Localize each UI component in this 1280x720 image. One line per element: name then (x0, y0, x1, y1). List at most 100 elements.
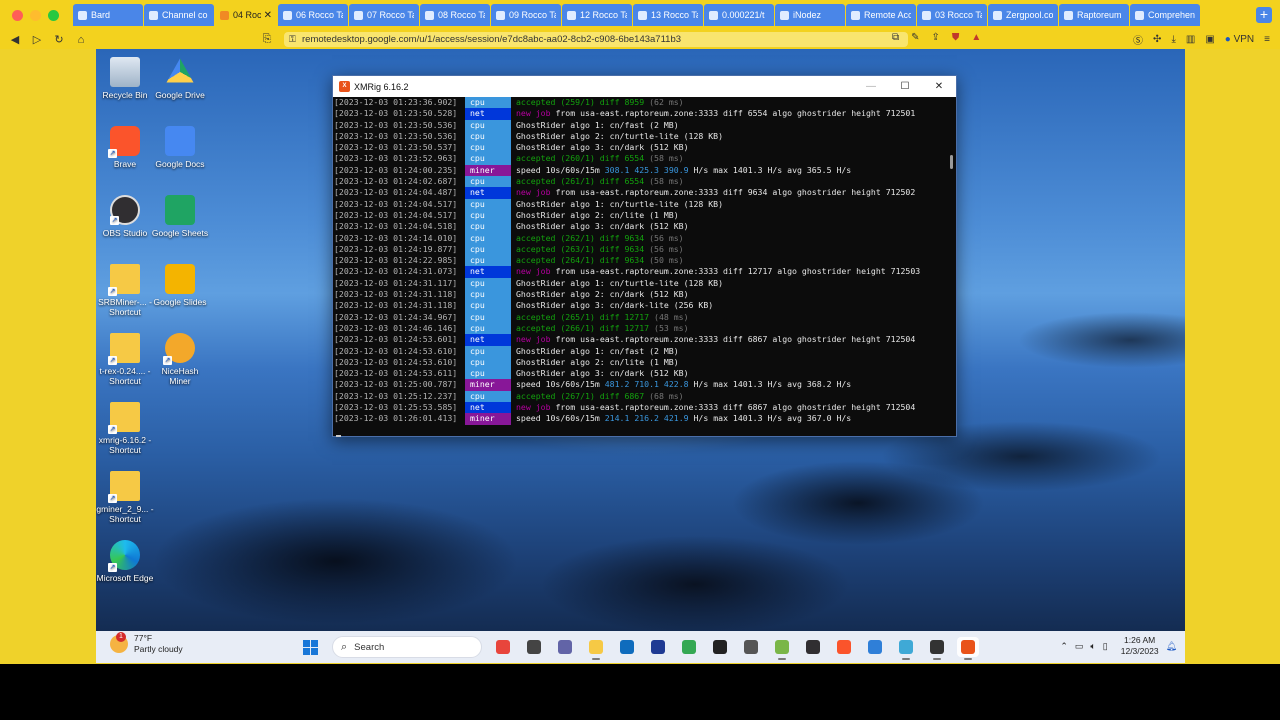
taskbar-app[interactable] (864, 637, 886, 657)
browser-tab[interactable]: Raptoreum (1059, 4, 1129, 26)
taskbar-app[interactable] (957, 637, 979, 660)
pinned-apps (492, 637, 979, 660)
browser-tab[interactable]: Zergpool.co (988, 4, 1058, 26)
close-window-button[interactable] (12, 9, 23, 21)
accepted-text: accepted (266/1) diff 12717 (516, 322, 650, 333)
bookmark-icon[interactable]: ⎘ (256, 33, 278, 46)
window-titlebar[interactable]: X XMRig 6.16.2 — ☐ ✕ (333, 76, 956, 97)
desktop-icon[interactable]: ↗ t-rex-0.24.... - Shortcut (96, 333, 154, 386)
start-button[interactable] (303, 640, 318, 655)
desktop-icon[interactable]: Google Slides (151, 264, 209, 307)
new-job-text: new job (516, 402, 551, 413)
close-button[interactable]: ✕ (922, 81, 956, 92)
browser-tab[interactable]: 06 Rocco Ta (278, 4, 348, 26)
taskbar-app[interactable] (895, 637, 917, 660)
chevron-up-icon[interactable]: ⌃ (1060, 641, 1068, 652)
taskbar-app[interactable] (926, 637, 948, 660)
browser-tab[interactable]: Comprehen (1130, 4, 1200, 26)
taskbar-app[interactable] (492, 637, 514, 657)
xmrig-window[interactable]: X XMRig 6.16.2 — ☐ ✕ [2023-12-03 01:23:3… (332, 75, 957, 437)
volume-icon[interactable]: 🔈︎ (1090, 641, 1095, 652)
menu-icon[interactable]: ≡ (1264, 34, 1270, 45)
sidebar-icon[interactable]: ▥ (1186, 34, 1195, 45)
site-info-icon[interactable]: ⚿ (289, 34, 296, 45)
log-message: new job from usa-east.raptoreum.zone:333… (516, 187, 915, 198)
notification-bell-icon[interactable]: 🔔︎ (1166, 641, 1177, 652)
desktop-icon[interactable]: ↗ SRBMiner-... - Shortcut (96, 264, 154, 317)
profile-icon[interactable]: Ⓢ (1133, 32, 1143, 47)
desktop-icon[interactable]: ↗ gminer_2_9... - Shortcut (96, 471, 154, 524)
scrollbar-thumb[interactable] (950, 155, 953, 169)
taskbar-app[interactable] (585, 637, 607, 660)
clock[interactable]: 1:26 AM 12/3/2023 (1121, 635, 1159, 657)
edit-icon[interactable]: ✎ (911, 32, 919, 43)
battery-icon[interactable]: ▯ (1103, 641, 1108, 652)
log-message: GhostRider algo 1: cn/fast (2 MB) (516, 346, 679, 357)
taskbar-app[interactable] (647, 637, 669, 657)
browser-tab[interactable]: Remote Acc (846, 4, 916, 26)
desktop-icon[interactable]: Google Docs (151, 126, 209, 169)
browser-tab[interactable]: Channel co (144, 4, 214, 26)
vpn-button[interactable]: ● VPN (1225, 34, 1254, 45)
tab-label: 13 Rocco Ta (651, 10, 698, 20)
zoom-window-button[interactable] (48, 9, 59, 21)
log-tag: cpu (465, 311, 511, 323)
browser-tab[interactable]: 12 Rocco Ta (562, 4, 632, 26)
url-field[interactable]: ⚿ remotedesktop.google.com/u/1/access/se… (284, 32, 908, 47)
weather-widget[interactable]: 1 77°F Partly cloudy (110, 632, 183, 655)
browser-tab[interactable]: 04 Rocco✕ (215, 4, 277, 26)
desktop-icon[interactable]: ↗ NiceHash Miner (151, 333, 209, 386)
display-icon[interactable]: ▭ (1075, 641, 1084, 652)
folder-icon: ↗ (108, 333, 140, 365)
back-icon[interactable]: ◀ (4, 33, 26, 46)
wallet-icon[interactable]: ▣ (1205, 34, 1214, 45)
browser-tab[interactable]: 03 Rocco Ta (917, 4, 987, 26)
url-actions: ⧉ ✎ ⇪ ⛊ ▲ (892, 32, 981, 43)
taskbar-app[interactable] (833, 637, 855, 657)
taskbar-search[interactable]: ⌕ Search (332, 636, 482, 658)
shortcut-arrow-icon: ↗ (108, 287, 117, 296)
download-icon[interactable]: ⤓ (1171, 34, 1175, 45)
forward-icon[interactable]: ▷ (26, 33, 48, 46)
log-line: [2023-12-03 01:23:36.902] cpu accepted (25… (334, 97, 956, 109)
job-detail-text: from usa-east.raptoreum.zone:3333 diff 6… (555, 108, 916, 119)
desktop-icon[interactable]: Recycle Bin (96, 57, 154, 100)
taskbar-app[interactable] (740, 637, 762, 657)
browser-tab[interactable]: 07 Rocco Ta (349, 4, 419, 26)
desktop-icon[interactable]: ↗ OBS Studio (96, 195, 154, 238)
taskbar-app[interactable] (802, 637, 824, 657)
taskbar-app[interactable] (554, 637, 576, 657)
rewards-icon[interactable]: ▲ (971, 32, 981, 43)
desktop-icon[interactable]: Google Drive (151, 57, 209, 100)
reload-icon[interactable]: ↻ (48, 33, 70, 46)
browser-tab[interactable]: 09 Rocco Ta (491, 4, 561, 26)
browser-tab[interactable]: Bard (73, 4, 143, 26)
minimize-window-button[interactable] (30, 9, 41, 21)
share-icon[interactable]: ⧉ (892, 32, 899, 43)
minimize-button[interactable]: — (854, 81, 888, 92)
new-tab-button[interactable]: + (1256, 7, 1272, 23)
browser-tab[interactable]: 08 Rocco Ta (420, 4, 490, 26)
desktop-icon[interactable]: ↗ Microsoft Edge (96, 540, 154, 583)
log-message: GhostRider algo 2: cn/dark (512 KB) (516, 289, 689, 300)
speed-values: 481.2 710.1 422.8 (604, 379, 689, 390)
desktop-icon[interactable]: ↗ Brave (96, 126, 154, 169)
browser-tab[interactable]: 0.000221/t (704, 4, 774, 26)
upload-icon[interactable]: ⇪ (932, 32, 940, 43)
taskbar-app[interactable] (678, 637, 700, 657)
desktop-icon[interactable]: ↗ xmrig-6.16.2 - Shortcut (96, 402, 154, 455)
extensions-icon[interactable]: ✣ (1153, 34, 1161, 45)
browser-tab[interactable]: 13 Rocco Ta (633, 4, 703, 26)
desktop-icon[interactable]: Google Sheets (151, 195, 209, 238)
terminal-output[interactable]: [2023-12-03 01:23:36.902] cpu accepted (25… (333, 97, 956, 437)
browser-tab[interactable]: iNodez (775, 4, 845, 26)
close-tab-icon[interactable]: ✕ (261, 10, 272, 21)
taskbar-app[interactable] (523, 637, 545, 657)
taskbar-app[interactable] (616, 637, 638, 657)
chrome-colors-icon (496, 640, 510, 654)
taskbar-app[interactable] (771, 637, 793, 660)
brave-shield-icon[interactable]: ⛊ (952, 32, 960, 43)
taskbar-app[interactable] (709, 637, 731, 657)
maximize-button[interactable]: ☐ (888, 81, 922, 92)
home-icon[interactable]: ⌂ (70, 34, 92, 46)
